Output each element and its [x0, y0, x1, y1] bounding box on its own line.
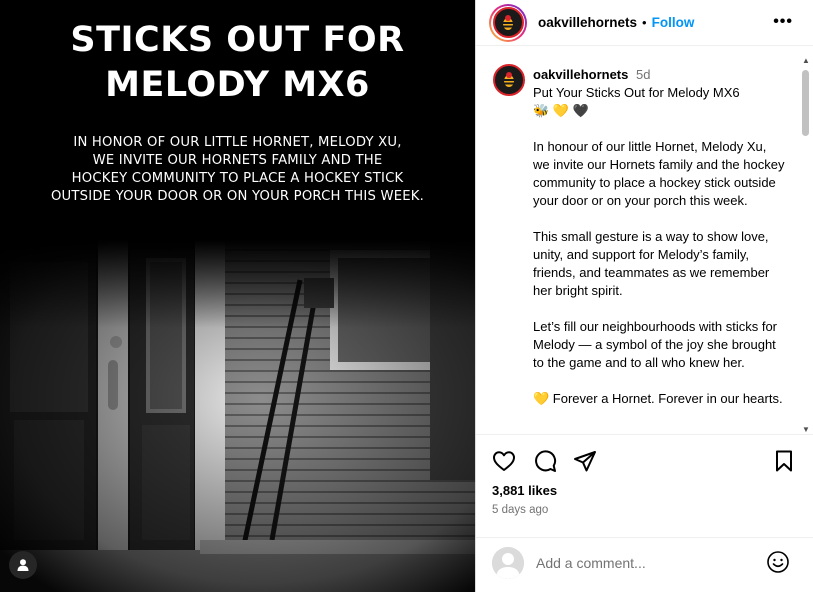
- comment-input[interactable]: [536, 552, 756, 574]
- image-title: STICKS OUT FOR MELODY MX6: [0, 18, 475, 108]
- default-avatar-icon: [492, 547, 524, 579]
- hornets-logo-icon: [492, 7, 524, 38]
- post-actions: 3,881 likes 5 days ago: [476, 434, 813, 516]
- share-icon[interactable]: [573, 449, 597, 473]
- tagged-users-button[interactable]: [9, 551, 37, 579]
- porch-photo: [0, 240, 475, 592]
- emoji-icon[interactable]: [766, 550, 790, 574]
- scroll-up-arrow-icon[interactable]: ▲: [802, 56, 810, 65]
- heart-icon[interactable]: [492, 449, 516, 473]
- follow-button[interactable]: Follow: [652, 15, 695, 30]
- caption-paragraph: 💛 Forever a Hornet. Forever in our heart…: [533, 391, 783, 406]
- caption-first-line: Put Your Sticks Out for Melody MX6: [533, 85, 740, 100]
- caption-avatar[interactable]: [493, 64, 525, 96]
- post-header: oakvillehornets • Follow •••: [476, 0, 813, 46]
- caption-username[interactable]: oakvillehornets: [533, 67, 628, 82]
- bookmark-icon[interactable]: [772, 449, 796, 473]
- story-ring-avatar[interactable]: [489, 3, 527, 42]
- scroll-down-arrow-icon[interactable]: ▼: [802, 425, 810, 434]
- person-icon: [17, 559, 29, 571]
- post-image[interactable]: STICKS OUT FOR MELODY MX6 IN HONOR OF OU…: [0, 0, 475, 592]
- caption-scroll-area[interactable]: oakvillehornets 5d Put Your Sticks Out f…: [476, 56, 813, 434]
- image-body-line: OUTSIDE YOUR DOOR OR ON YOUR PORCH THIS …: [50, 189, 425, 204]
- header-username[interactable]: oakvillehornets: [538, 15, 637, 30]
- image-body-line: IN HONOR OF OUR LITTLE HORNET, MELODY XU…: [73, 135, 402, 150]
- caption-time[interactable]: 5d: [636, 67, 650, 82]
- caption-text: oakvillehornets 5d Put Your Sticks Out f…: [533, 66, 786, 408]
- image-body-text: IN HONOR OF OUR LITTLE HORNET, MELODY XU…: [20, 134, 455, 206]
- caption-paragraph: In honour of our little Hornet, Melody X…: [533, 139, 785, 208]
- caption-paragraph: Let’s fill our neighbourhoods with stick…: [533, 319, 777, 370]
- post-details-panel: oakvillehornets • Follow ••• oakvillehor…: [475, 0, 813, 592]
- post-timestamp[interactable]: 5 days ago: [492, 504, 548, 516]
- like-count[interactable]: 3,881 likes: [492, 483, 557, 498]
- image-body-line: HOCKEY COMMUNITY TO PLACE A HOCKEY STICK: [71, 171, 404, 186]
- caption-paragraph: This small gesture is a way to show love…: [533, 229, 770, 298]
- comment-bar: [476, 537, 813, 592]
- viewer-avatar: [492, 547, 524, 579]
- caption-scrollbar[interactable]: ▲ ▼: [802, 56, 810, 434]
- comment-icon[interactable]: [533, 449, 557, 473]
- scrollbar-thumb[interactable]: [802, 70, 809, 136]
- hornets-logo-icon: [493, 64, 525, 96]
- image-title-line-2: MELODY MX6: [105, 65, 370, 105]
- header-separator: •: [642, 15, 647, 30]
- caption-emojis: 🐝 💛 🖤: [533, 103, 589, 118]
- image-title-line-1: STICKS OUT FOR: [70, 20, 405, 60]
- image-body-line: WE INVITE OUR HORNETS FAMILY AND THE: [92, 153, 383, 168]
- more-options-button[interactable]: •••: [773, 13, 793, 31]
